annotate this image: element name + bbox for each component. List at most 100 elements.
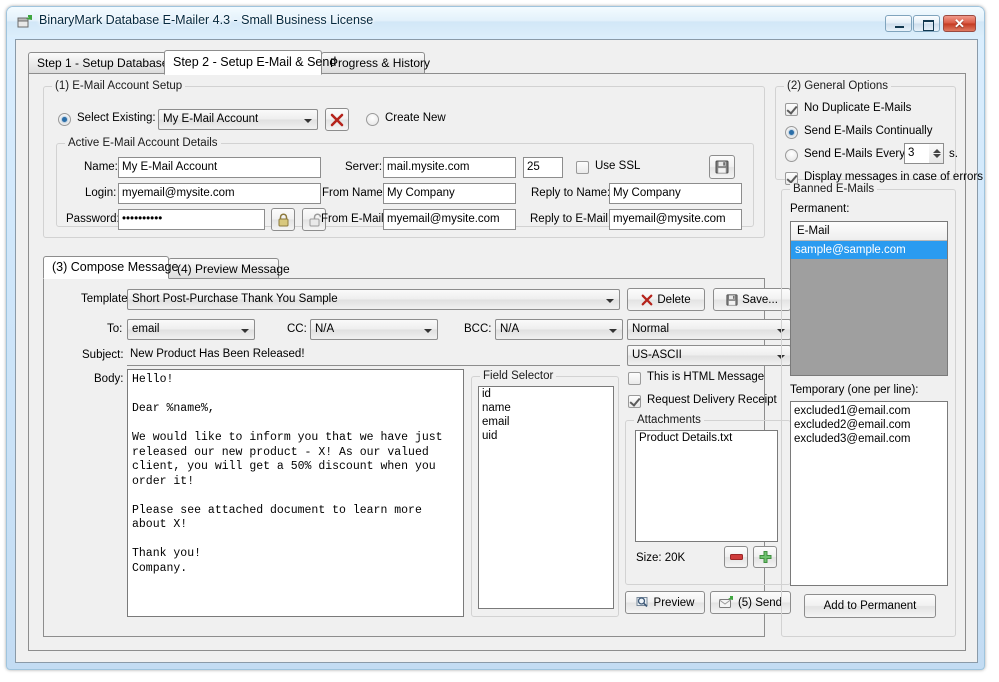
lock-password-button[interactable] bbox=[271, 208, 295, 231]
attachments-group: Attachments Product Details.txt Size: 20… bbox=[625, 420, 791, 585]
template-combo[interactable]: Short Post-Purchase Thank You Sample bbox=[127, 289, 620, 310]
from-email-input[interactable]: myemail@mysite.com bbox=[383, 209, 516, 230]
window-title: BinaryMark Database E-Mailer 4.3 - Small… bbox=[39, 13, 373, 27]
list-item[interactable]: id bbox=[479, 387, 613, 401]
use-ssl-label: Use SSL bbox=[595, 160, 640, 172]
send-continually-label: Send E-Mails Continually bbox=[804, 125, 932, 137]
minimize-button[interactable] bbox=[885, 15, 912, 32]
to-combo[interactable]: email bbox=[127, 319, 255, 340]
close-button[interactable]: ✕ bbox=[943, 15, 976, 32]
send-interval-input[interactable]: 3 bbox=[904, 143, 929, 164]
compose-panel: Template: Short Post-Purchase Thank You … bbox=[43, 278, 765, 637]
tab-step2-label: Step 2 - Setup E-Mail & Send bbox=[173, 55, 336, 69]
temporary-label: Temporary (one per line): bbox=[790, 384, 918, 396]
tab-compose-label: (3) Compose Message bbox=[52, 260, 178, 274]
account-details-label: Active E-Mail Account Details bbox=[65, 137, 221, 149]
list-item[interactable]: Product Details.txt bbox=[636, 431, 777, 445]
no-duplicate-checkbox[interactable] bbox=[785, 103, 798, 116]
from-name-label: From Name: bbox=[322, 187, 386, 199]
add-to-permanent-label: Add to Permanent bbox=[824, 600, 917, 612]
server-value: mail.mysite.com bbox=[387, 161, 469, 173]
radio-send-continually[interactable] bbox=[785, 126, 798, 139]
permanent-banned-grid[interactable]: E-Mail sample@sample.com bbox=[790, 221, 948, 376]
tab-progress[interactable]: Progress & History bbox=[321, 52, 425, 73]
login-label: Login: bbox=[85, 187, 116, 199]
html-message-checkbox[interactable] bbox=[628, 372, 641, 385]
add-attachment-button[interactable] bbox=[753, 546, 777, 568]
reply-to-email-label: Reply to E-Mail: bbox=[530, 213, 611, 225]
permanent-column-header[interactable]: E-Mail bbox=[791, 222, 947, 241]
subject-input[interactable]: New Product Has Been Released! bbox=[127, 345, 620, 366]
save-account-button[interactable] bbox=[709, 155, 735, 179]
field-selector-list[interactable]: id name email uid bbox=[478, 386, 614, 609]
list-item[interactable]: uid bbox=[479, 429, 613, 443]
radio-create-new[interactable] bbox=[366, 113, 379, 126]
password-input[interactable]: •••••••••• bbox=[118, 209, 265, 230]
reply-to-email-input[interactable]: myemail@mysite.com bbox=[609, 209, 742, 230]
table-row[interactable]: sample@sample.com bbox=[791, 241, 947, 259]
client-area: Step 1 - Setup Database Step 2 - Setup E… bbox=[15, 39, 978, 663]
floppy-disk-icon bbox=[726, 294, 738, 306]
subject-label: Subject: bbox=[82, 349, 124, 361]
login-input[interactable]: myemail@mysite.com bbox=[118, 183, 321, 204]
list-item[interactable]: email bbox=[479, 415, 613, 429]
radio-send-every[interactable] bbox=[785, 149, 798, 162]
display-errors-label: Display messages in case of errors bbox=[804, 171, 983, 183]
name-label: Name: bbox=[84, 161, 118, 173]
red-x-icon bbox=[641, 294, 653, 306]
send-interval-value: 3 bbox=[908, 147, 914, 159]
attachments-size-label: Size: 20K bbox=[636, 552, 685, 564]
chevron-down-icon bbox=[609, 329, 617, 333]
template-label: Template: bbox=[81, 293, 131, 305]
bcc-combo[interactable]: N/A bbox=[495, 319, 623, 340]
encoding-combo[interactable]: US-ASCII bbox=[627, 345, 791, 366]
cc-combo[interactable]: N/A bbox=[310, 319, 438, 340]
tab-compose-message[interactable]: (3) Compose Message bbox=[43, 256, 169, 279]
plus-icon bbox=[759, 551, 772, 564]
server-input[interactable]: mail.mysite.com bbox=[383, 157, 516, 178]
login-value: myemail@mysite.com bbox=[122, 187, 235, 199]
title-bar: BinaryMark Database E-Mailer 4.3 - Small… bbox=[7, 7, 984, 37]
preview-magnifier-icon bbox=[636, 596, 650, 609]
from-name-input[interactable]: My Company bbox=[383, 183, 516, 204]
list-item[interactable]: name bbox=[479, 401, 613, 415]
send-interval-stepper[interactable] bbox=[929, 143, 944, 164]
no-duplicate-label: No Duplicate E-Mails bbox=[804, 102, 911, 114]
to-value: email bbox=[132, 323, 159, 335]
tab-preview-message[interactable]: (4) Preview Message bbox=[168, 258, 279, 279]
save-template-button[interactable]: Save... bbox=[713, 288, 791, 311]
send-label: (5) Send bbox=[738, 597, 782, 609]
use-ssl-checkbox[interactable] bbox=[576, 161, 589, 174]
body-textarea[interactable]: Hello! Dear %name%, We would like to inf… bbox=[127, 369, 464, 617]
password-value: •••••••••• bbox=[122, 213, 162, 225]
stepper-down-icon[interactable] bbox=[933, 154, 941, 158]
name-input[interactable]: My E-Mail Account bbox=[118, 157, 321, 178]
reply-to-name-input[interactable]: My Company bbox=[609, 183, 742, 204]
encoding-value: US-ASCII bbox=[632, 349, 682, 361]
attachments-list[interactable]: Product Details.txt bbox=[635, 430, 778, 542]
field-selector-label: Field Selector bbox=[480, 370, 556, 382]
add-to-permanent-button[interactable]: Add to Permanent bbox=[804, 594, 936, 618]
tab-step1[interactable]: Step 1 - Setup Database bbox=[28, 52, 166, 73]
delivery-receipt-checkbox[interactable] bbox=[628, 395, 641, 408]
existing-account-combo[interactable]: My E-Mail Account bbox=[158, 109, 318, 130]
preview-button[interactable]: Preview bbox=[625, 591, 705, 614]
tab-step2[interactable]: Step 2 - Setup E-Mail & Send bbox=[164, 50, 322, 75]
attachments-label: Attachments bbox=[634, 414, 704, 426]
delete-template-button[interactable]: Delete bbox=[627, 288, 705, 311]
send-button[interactable]: (5) Send bbox=[710, 591, 791, 614]
to-label: To: bbox=[107, 323, 122, 335]
maximize-button[interactable] bbox=[913, 15, 940, 32]
temporary-banned-textarea[interactable]: excluded1@email.com excluded2@email.com … bbox=[790, 401, 948, 586]
stepper-up-icon[interactable] bbox=[933, 149, 941, 153]
red-x-icon bbox=[330, 113, 344, 127]
minus-icon bbox=[730, 554, 743, 560]
seconds-label: s. bbox=[949, 148, 958, 160]
delete-account-button[interactable] bbox=[325, 108, 349, 131]
send-every-label: Send E-Mails Every bbox=[804, 148, 905, 160]
radio-select-existing[interactable] bbox=[58, 113, 71, 126]
priority-combo[interactable]: Normal bbox=[627, 319, 791, 340]
remove-attachment-button[interactable] bbox=[724, 546, 748, 568]
existing-account-value: My E-Mail Account bbox=[163, 113, 258, 125]
port-input[interactable]: 25 bbox=[523, 157, 563, 178]
